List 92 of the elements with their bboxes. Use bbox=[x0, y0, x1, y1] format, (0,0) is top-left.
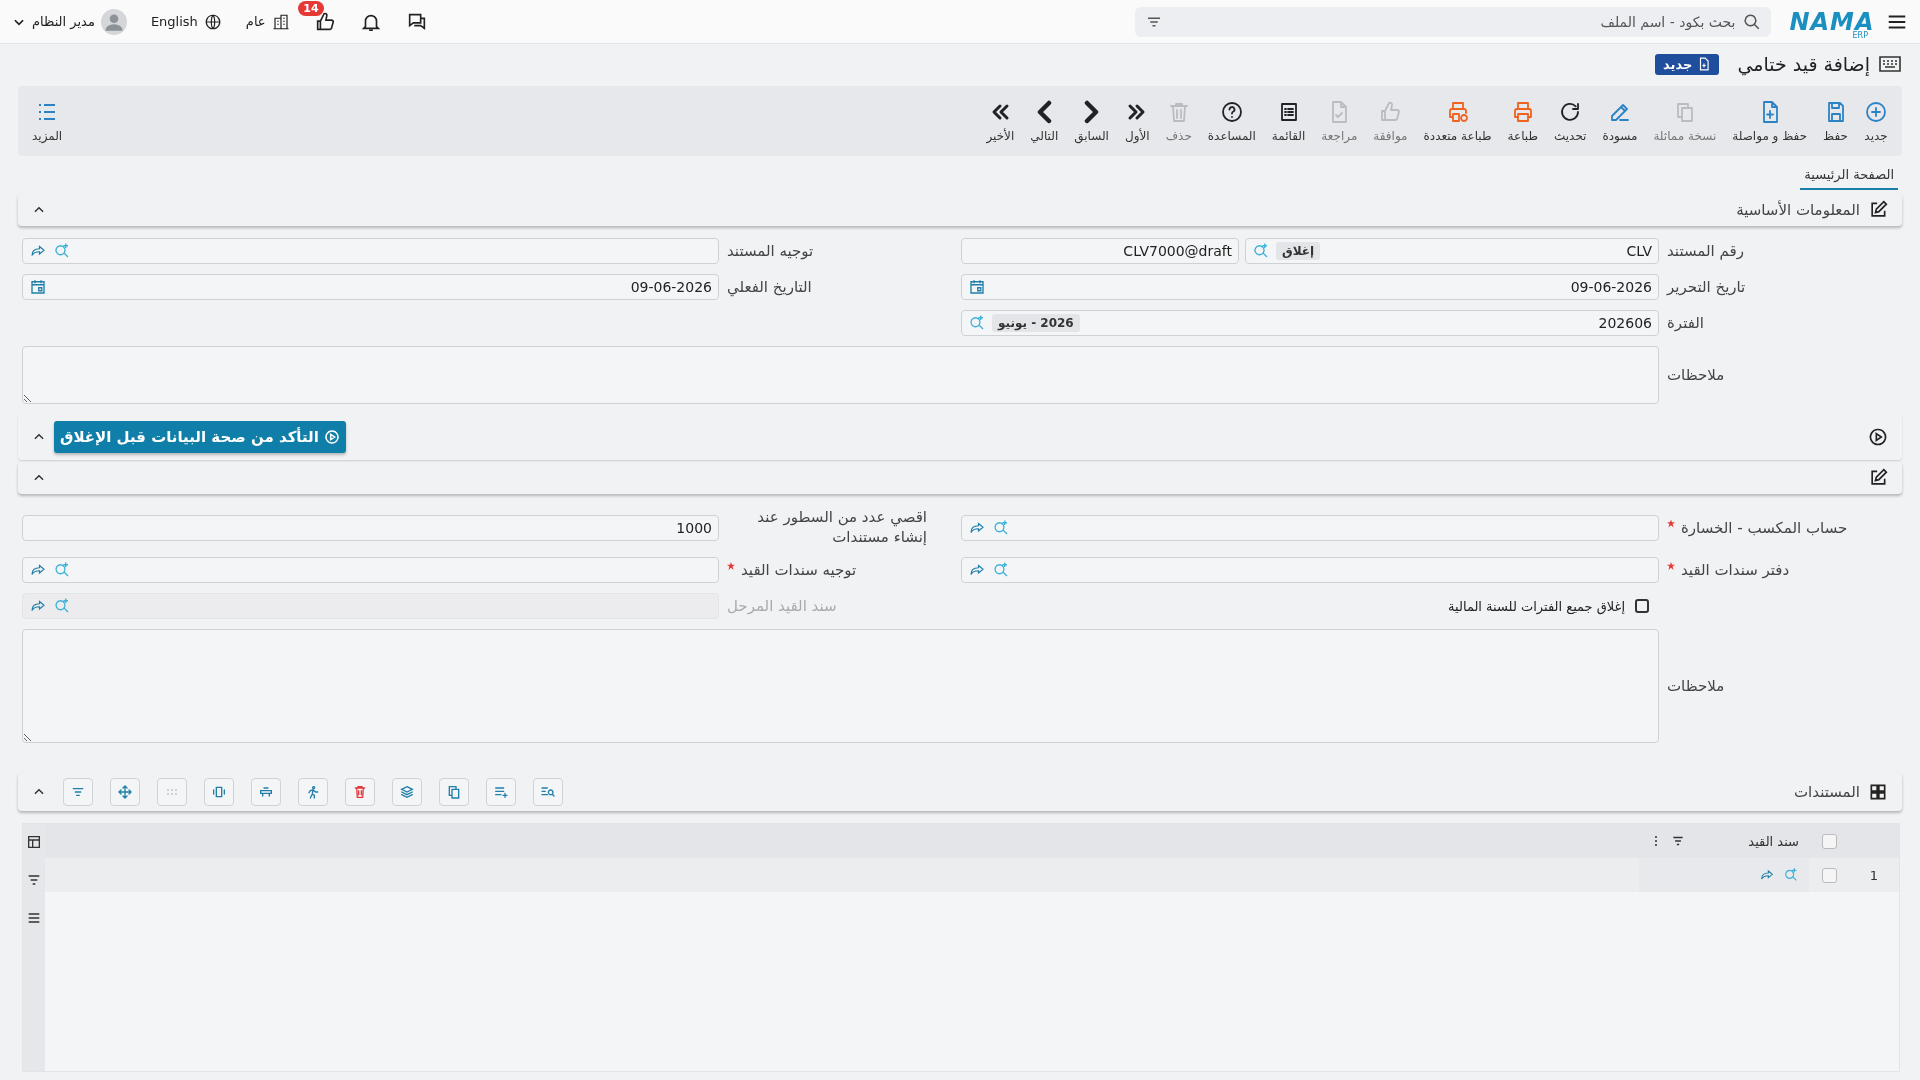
toolbar-button[interactable]: السابق bbox=[1066, 99, 1117, 143]
section-title: المستندات bbox=[1794, 783, 1860, 801]
field-label: التاريخ الفعلي bbox=[727, 278, 813, 296]
calendar-icon[interactable] bbox=[29, 278, 47, 296]
toolbar-button[interactable]: حفظ و مواصلة bbox=[1724, 99, 1816, 143]
date-field[interactable]: 09-06-2026 bbox=[22, 274, 719, 300]
notes-field[interactable] bbox=[22, 629, 1659, 743]
search-plus-icon[interactable] bbox=[1783, 867, 1799, 883]
tool-button[interactable] bbox=[345, 778, 375, 806]
status-badge: جديد bbox=[1655, 53, 1720, 75]
column-header[interactable]: سند القيد bbox=[1639, 833, 1809, 849]
tool-button[interactable] bbox=[392, 778, 422, 806]
toolbar-button[interactable]: التالي bbox=[1022, 99, 1067, 143]
search-icon bbox=[1743, 12, 1762, 31]
field-label: تاريخ التحرير bbox=[1667, 278, 1747, 296]
field-label: حساب المكسب - الخسارة bbox=[1667, 518, 1902, 537]
tool-button[interactable] bbox=[439, 778, 469, 806]
validate-button[interactable]: التأكد من صحة البيانات قبل الإغلاق bbox=[54, 421, 346, 453]
edit-icon bbox=[1868, 468, 1888, 488]
toolbar-button[interactable]: طباعة bbox=[1499, 99, 1546, 143]
date-field[interactable]: 09-06-2026 bbox=[961, 274, 1659, 300]
field-label: دفتر سندات القيد bbox=[1667, 561, 1902, 579]
document-number-field[interactable]: CLV7000@draft bbox=[961, 238, 1239, 264]
trash-icon bbox=[352, 784, 368, 800]
search-plus-icon[interactable] bbox=[992, 518, 1010, 537]
running-figure-icon bbox=[305, 784, 321, 800]
search-plus-icon[interactable] bbox=[53, 242, 71, 260]
field-label: توجيه المستند bbox=[727, 242, 815, 260]
status-tag: إغلاق bbox=[1276, 242, 1321, 260]
tool-button[interactable] bbox=[298, 778, 328, 806]
field-label: توجيه سندات القيد bbox=[727, 561, 953, 579]
user-name[interactable]: مدير النظام bbox=[32, 14, 95, 29]
avatar-icon bbox=[100, 8, 127, 35]
building-icon bbox=[271, 12, 290, 31]
lookup-field[interactable] bbox=[961, 557, 1659, 583]
edit-icon bbox=[1868, 200, 1888, 220]
filter-icon[interactable] bbox=[1671, 834, 1685, 848]
copy-icon bbox=[446, 784, 462, 800]
table-row-icon bbox=[258, 784, 274, 800]
row-checkbox[interactable] bbox=[1821, 867, 1837, 883]
move-icon bbox=[117, 784, 133, 800]
branch-label[interactable]: عام bbox=[245, 14, 266, 29]
select-all-checkbox[interactable] bbox=[1821, 833, 1837, 849]
checkbox[interactable] bbox=[1635, 599, 1649, 613]
field-label: ملاحظات bbox=[1667, 366, 1726, 384]
field-label: رقم المستند bbox=[1667, 242, 1745, 260]
search-plus-icon[interactable] bbox=[968, 314, 986, 332]
toolbar-button[interactable]: الأول bbox=[1116, 99, 1158, 143]
search-plus-icon[interactable] bbox=[1252, 242, 1270, 260]
calendar-icon[interactable] bbox=[968, 278, 986, 296]
field-label: اقصي عدد من السطور عند إنشاء مستندات bbox=[756, 508, 928, 547]
toolbar-button[interactable]: حفظ bbox=[1815, 99, 1856, 143]
tool-button[interactable] bbox=[204, 778, 234, 806]
search-field[interactable]: بحث بكود - اسم الملف bbox=[1135, 6, 1772, 37]
tool-button[interactable] bbox=[110, 778, 140, 806]
toolbar-button[interactable]: تحديث bbox=[1545, 99, 1595, 143]
number-field[interactable]: 1000 bbox=[22, 514, 719, 541]
tool-button[interactable] bbox=[533, 778, 563, 806]
page-title: إضافة قيد ختامي bbox=[1737, 53, 1870, 75]
search-plus-icon[interactable] bbox=[992, 561, 1010, 579]
toolbar-button[interactable]: المساعدة bbox=[1199, 99, 1264, 143]
toolbar-button[interactable]: الأخير bbox=[978, 99, 1023, 143]
checkbox-label: إغلاق جميع الفترات للسنة المالية bbox=[1448, 598, 1625, 614]
toolbar-button[interactable]: جديد bbox=[1856, 99, 1896, 143]
tool-button[interactable] bbox=[63, 778, 93, 806]
toolbar-button[interactable]: طباعة متعددة bbox=[1415, 99, 1500, 143]
toolbar-button[interactable]: القائمة bbox=[1263, 99, 1314, 143]
grid-icon bbox=[1868, 782, 1888, 802]
tool-button[interactable] bbox=[486, 778, 516, 806]
field-label: ملاحظات bbox=[1667, 677, 1726, 695]
lookup-field[interactable] bbox=[961, 514, 1659, 541]
field-label: الفترة bbox=[1667, 314, 1705, 332]
filter-icon[interactable] bbox=[26, 872, 42, 888]
list-add-icon bbox=[493, 784, 509, 800]
section-title: المعلومات الأساسية bbox=[1736, 201, 1860, 219]
field-label: سند القيد المرحل bbox=[727, 597, 838, 615]
table-icon[interactable] bbox=[26, 834, 42, 850]
period-tag: 2026 - يونيو bbox=[992, 314, 1080, 332]
language-link[interactable]: English bbox=[150, 14, 198, 29]
row-number: 1 bbox=[1868, 867, 1880, 883]
search-plus-icon[interactable] bbox=[53, 561, 71, 579]
globe-icon bbox=[203, 12, 222, 31]
notification-badge: 14 bbox=[298, 0, 324, 16]
notes-field[interactable] bbox=[22, 346, 1659, 404]
tab[interactable]: الصفحة الرئيسية bbox=[1800, 163, 1898, 190]
layers-icon bbox=[399, 784, 415, 800]
tool-button[interactable] bbox=[251, 778, 281, 806]
lookup-field[interactable] bbox=[22, 238, 719, 264]
more-button[interactable]: المزيد bbox=[24, 99, 71, 143]
fit-width-icon bbox=[211, 784, 227, 800]
toolbar-button[interactable]: مسودة bbox=[1594, 99, 1646, 143]
lookup-field[interactable] bbox=[22, 557, 719, 583]
